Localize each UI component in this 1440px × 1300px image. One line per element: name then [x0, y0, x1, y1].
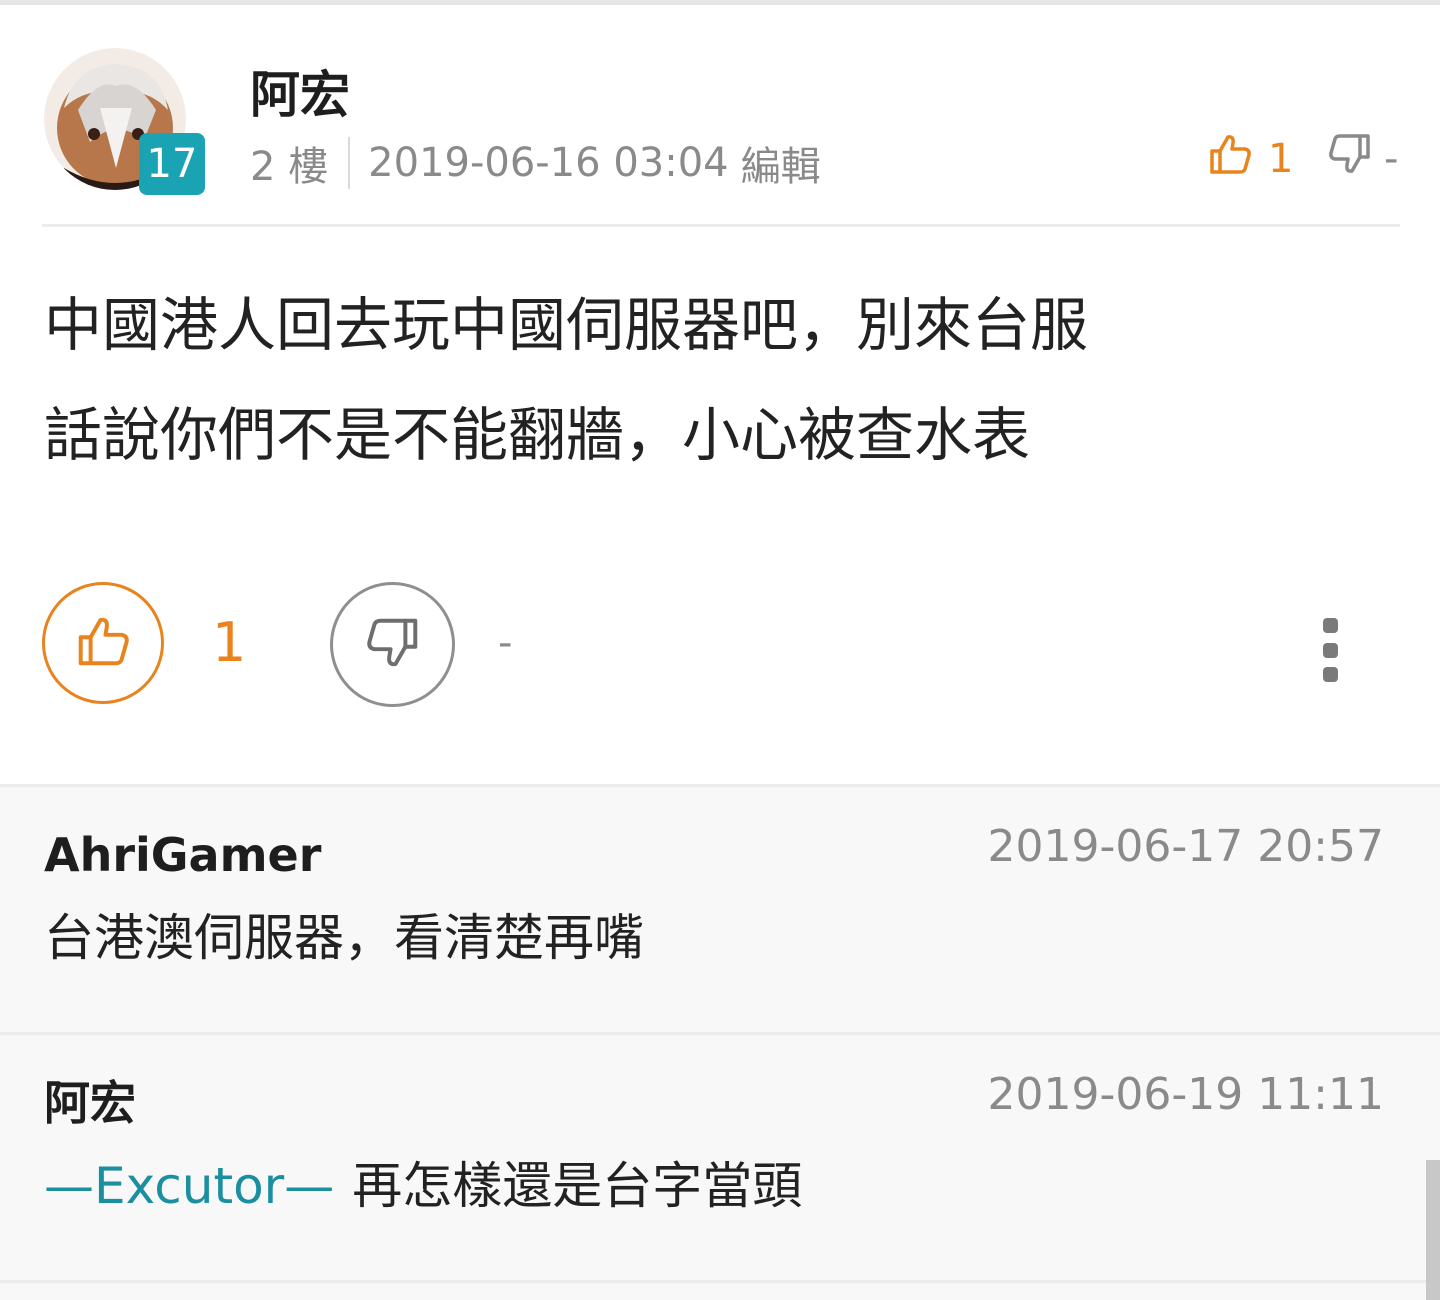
- meta-divider: [348, 137, 351, 189]
- comment-author[interactable]: AhriGamer: [44, 825, 321, 885]
- comment-list: AhriGamer 2019-06-17 20:57 台港澳伺服器，看清楚再嘴 …: [0, 784, 1440, 1300]
- comment-author[interactable]: 阿宏: [44, 1073, 136, 1133]
- thumbs-down-icon: [1328, 133, 1372, 185]
- more-vertical-icon[interactable]: [1318, 618, 1342, 682]
- comment-item: AhriGamer 2019-06-17 20:57 台港澳伺服器，看清楚再嘴: [0, 787, 1440, 1035]
- post-meta: 2 樓 2019-06-16 03:04 編輯: [250, 135, 821, 191]
- more-dot: [1322, 667, 1338, 682]
- gp-count: 1: [212, 611, 247, 674]
- bp-button[interactable]: [330, 582, 455, 707]
- comment-text: 台港澳伺服器，看清楚再嘴: [44, 905, 644, 971]
- floor-label: 2 樓: [250, 144, 329, 190]
- post-line: 話說你們不是不能翻牆，小心被查水表: [44, 401, 1031, 469]
- comment-time: 2019-06-17 20:57: [987, 821, 1385, 872]
- thumbs-up-icon: [75, 615, 131, 671]
- header-dislike-count: -: [1384, 136, 1399, 182]
- post-page: 17 阿宏 2 樓 2019-06-16 03:04 編輯 1 - 中國港人回去…: [0, 0, 1440, 1300]
- post-author[interactable]: 阿宏: [250, 62, 350, 128]
- post-line: 中國港人回去玩中國伺服器吧，別來台服: [44, 291, 1089, 359]
- thumbs-down-icon: [365, 617, 421, 673]
- level-badge: 17: [139, 133, 205, 195]
- thumbs-up-icon: [1208, 133, 1252, 185]
- post-body: 中國港人回去玩中國伺服器吧，別來台服 話說你們不是不能翻牆，小心被查水表: [44, 270, 1344, 490]
- bp-count: -: [498, 620, 513, 666]
- comment-text: —Excutor— 再怎樣還是台字當頭: [44, 1153, 802, 1219]
- more-dot: [1322, 642, 1338, 658]
- scrollbar[interactable]: [1426, 1160, 1440, 1300]
- top-divider: [0, 0, 1440, 5]
- comment-body: 再怎樣還是台字當頭: [352, 1157, 803, 1215]
- comment-time: 2019-06-19 11:11: [987, 1069, 1385, 1120]
- mention-link[interactable]: —Excutor—: [44, 1157, 334, 1215]
- comment-body: 台港澳伺服器，看清楚再嘴: [44, 909, 644, 967]
- gp-button[interactable]: [42, 582, 164, 704]
- more-dot: [1322, 618, 1338, 633]
- header-like-count: 1: [1268, 136, 1294, 182]
- post-timestamp: 2019-06-16 03:04: [368, 140, 729, 186]
- header-dislike-button[interactable]: -: [1328, 133, 1399, 185]
- header-like-button[interactable]: 1: [1208, 133, 1294, 185]
- comment-item: 阿宏 2019-06-19 11:11 —Excutor— 再怎樣還是台字當頭: [0, 1035, 1440, 1283]
- header-divider: [42, 224, 1400, 227]
- edit-label: 編輯: [740, 144, 821, 190]
